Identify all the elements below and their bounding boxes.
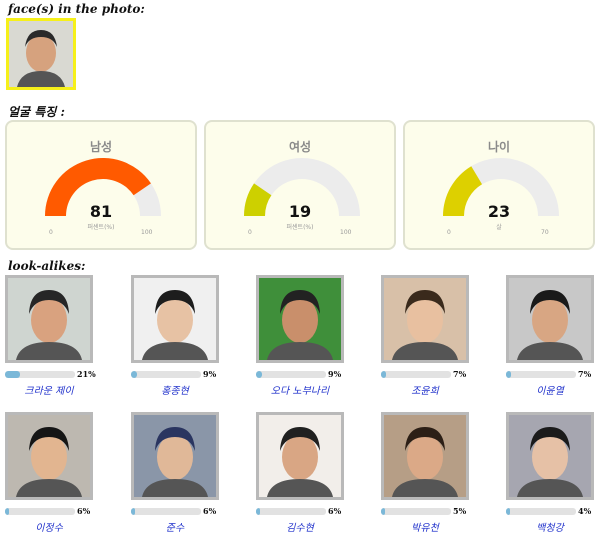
lookalike-name-link[interactable]: 오다 노부나리 <box>240 382 360 397</box>
lookalike-name-link[interactable]: 이정수 <box>0 519 109 534</box>
portrait-icon <box>8 278 90 360</box>
portrait-icon <box>259 278 341 360</box>
lookalike-photo[interactable] <box>131 412 219 500</box>
lookalike-name-link[interactable]: 조윤희 <box>365 382 485 397</box>
gauge-max: 100 <box>340 229 352 236</box>
features-heading: 얼굴 특징 : <box>8 105 65 119</box>
lookalike-name-link[interactable]: 크라운 제이 <box>0 382 109 397</box>
similarity-bar <box>256 508 326 515</box>
similarity-percent: 6% <box>203 506 217 516</box>
portrait-icon <box>134 278 216 360</box>
portrait-icon <box>259 415 341 497</box>
gauge-title: 남성 <box>89 140 113 154</box>
similarity-percent: 21% <box>77 369 96 379</box>
similarity-bar-fill <box>506 508 510 515</box>
similarity-percent: 9% <box>328 369 342 379</box>
portrait-icon <box>509 415 591 497</box>
gauge-unit: 퍼센트(%) <box>286 224 314 231</box>
face-photo-icon <box>9 21 73 87</box>
similarity-bar-fill <box>256 371 263 378</box>
lookalike-photo[interactable] <box>5 412 93 500</box>
gauge-title: 여성 <box>288 140 312 154</box>
gauge-value: 23 <box>487 202 511 221</box>
faces-heading: face(s) in the photo: <box>8 2 145 16</box>
similarity-bar-fill <box>5 371 20 378</box>
gauge-max: 70 <box>541 229 549 236</box>
similarity-bar <box>256 371 326 378</box>
portrait-icon <box>134 415 216 497</box>
lookalike-photo[interactable] <box>256 412 344 500</box>
similarity-bar <box>506 508 576 515</box>
similarity-percent: 7% <box>578 369 592 379</box>
similarity-percent: 6% <box>328 506 342 516</box>
similarity-bar-fill <box>131 508 136 515</box>
lookalike-photo[interactable] <box>256 275 344 363</box>
similarity-bar-fill <box>5 508 10 515</box>
gauge-age: 나이 23 살 0 70 <box>403 120 595 250</box>
lookalikes-heading: look-alikes: <box>8 259 86 273</box>
lookalike-photo[interactable] <box>381 275 469 363</box>
lookalike-name-link[interactable]: 백청강 <box>490 519 600 534</box>
similarity-percent: 9% <box>203 369 217 379</box>
gauge-max: 100 <box>141 229 153 236</box>
similarity-bar <box>506 371 576 378</box>
lookalike-photo[interactable] <box>506 412 594 500</box>
lookalike-photo[interactable] <box>381 412 469 500</box>
gauge-unit: 퍼센트(%) <box>87 224 115 231</box>
similarity-bar-fill <box>381 371 386 378</box>
lookalike-photo[interactable] <box>506 275 594 363</box>
lookalike-name-link[interactable]: 홍종현 <box>115 382 235 397</box>
portrait-icon <box>509 278 591 360</box>
gauge-min: 0 <box>49 229 53 236</box>
gauge-min: 0 <box>248 229 252 236</box>
similarity-percent: 6% <box>77 506 91 516</box>
gauge-female: 여성 19 퍼센트(%) 0 100 <box>204 120 396 250</box>
gauge-min: 0 <box>447 229 451 236</box>
lookalike-name-link[interactable]: 김수현 <box>240 519 360 534</box>
similarity-bar <box>5 508 75 515</box>
similarity-percent: 4% <box>578 506 592 516</box>
detected-face-thumbnail[interactable] <box>6 18 76 90</box>
lookalike-name-link[interactable]: 이윤열 <box>490 382 600 397</box>
similarity-bar-fill <box>506 371 511 378</box>
portrait-icon <box>8 415 90 497</box>
lookalike-name-link[interactable]: 준수 <box>115 519 235 534</box>
similarity-bar <box>381 371 451 378</box>
similarity-bar <box>381 508 451 515</box>
gauge-value: 81 <box>89 202 113 221</box>
portrait-icon <box>384 278 466 360</box>
similarity-percent: 5% <box>453 506 467 516</box>
lookalike-name-link[interactable]: 박유천 <box>365 519 485 534</box>
portrait-icon <box>384 415 466 497</box>
similarity-bar-fill <box>381 508 385 515</box>
similarity-bar-fill <box>256 508 261 515</box>
lookalike-photo[interactable] <box>131 275 219 363</box>
gauge-value: 19 <box>288 202 312 221</box>
similarity-bar <box>131 508 201 515</box>
gauge-male: 남성 81 퍼센트(%) 0 100 <box>5 120 197 250</box>
similarity-bar <box>5 371 75 378</box>
gauge-title: 나이 <box>487 140 511 154</box>
lookalike-photo[interactable] <box>5 275 93 363</box>
similarity-percent: 7% <box>453 369 467 379</box>
similarity-bar <box>131 371 201 378</box>
similarity-bar-fill <box>131 371 138 378</box>
gauge-unit: 살 <box>496 224 502 231</box>
